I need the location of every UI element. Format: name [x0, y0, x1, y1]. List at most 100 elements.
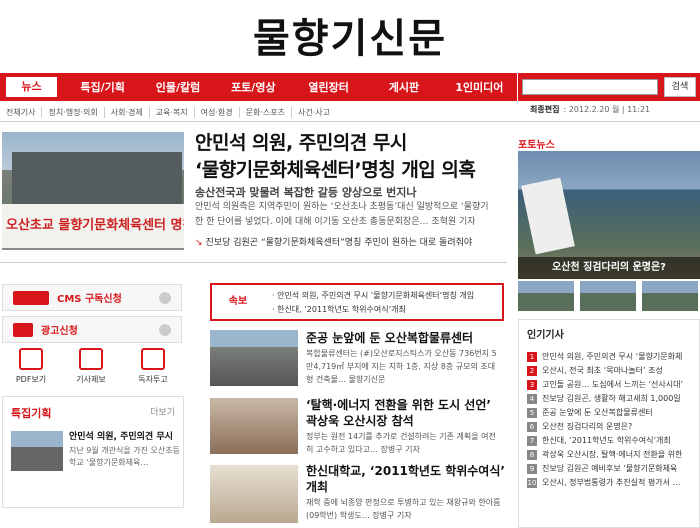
photo-news-image[interactable]: 오산천 징검다리의 운명은?	[518, 151, 700, 279]
last-edited: 최종편집: 2012.2.20 월 | 11:21	[530, 104, 700, 115]
news-title[interactable]: 준공 눈앞에 둔 오산복합물류센터	[306, 330, 506, 346]
list-item[interactable]: 5 준공 눈앞에 둔 오산복합물류센터	[527, 406, 697, 420]
list-item[interactable]: 8 곽상욱 오산시장, 탈핵·에너지 전환을 위한	[527, 448, 697, 462]
cms-icon	[13, 290, 49, 305]
list-item[interactable]: 4 진보당 김원곤, 생활하 해고새희 1,000일	[527, 392, 697, 406]
photo-news-caption[interactable]: 오산천 징검다리의 운명은?	[518, 257, 700, 279]
list-item-text[interactable]: 오산천 징검다리의 운명은?	[542, 422, 632, 431]
list-item-text[interactable]: 진보당 김원곤, 생활하 해고새희 1,000일	[542, 394, 681, 403]
subnav-women[interactable]: 여성·환경	[195, 106, 240, 118]
news-body: 재학 중에 뇌종양 판정으로 투병하고 있는 채왕규와 한아름(09학번) 학생…	[306, 498, 501, 520]
rank-badge: 4	[527, 394, 537, 404]
news-tip-button[interactable]: 기사제보	[70, 348, 112, 385]
tab-board[interactable]: 게시판	[366, 79, 441, 95]
cms-label: CMS 구독신청	[57, 294, 122, 305]
rank-badge: 6	[527, 422, 537, 432]
photo-thumbnail[interactable]	[580, 281, 636, 311]
headline-title-line2[interactable]: ‘물향기문화체육센터’명칭 개입 의혹	[195, 157, 505, 184]
breaking-items: · 안민석 의원, 주민의견 무시 ‘물향기문화체육센터’명칭 개입 · 한신대…	[272, 289, 474, 317]
list-item[interactable]: 2 오산시, 전국 최초 ‘목마나놀터’ 조성	[527, 364, 697, 378]
photo-thumbnail[interactable]	[642, 281, 698, 311]
tab-photo[interactable]: 포토/영상	[216, 79, 291, 95]
site-logo[interactable]: 물향기신문	[0, 6, 700, 64]
list-item-text[interactable]: 준공 눈앞에 둔 오산복합물류센터	[542, 408, 653, 417]
list-item-text[interactable]: 한신대, ‘2011학년도 학위수여식’개최	[542, 436, 671, 445]
headline-photo[interactable]: 오산초교 물향기문화체육센터 명칭 웬말이냐?	[2, 132, 184, 250]
rank-badge: 9	[527, 464, 537, 474]
headline-related-text[interactable]: 진보당 김원곤 “물향기문화체육센터”명칭 주민이 원하는 대로 돌려줘야	[206, 238, 473, 248]
ad-icon	[13, 322, 33, 337]
tab-media[interactable]: 1인미디어	[442, 79, 517, 95]
search-input[interactable]	[522, 79, 658, 95]
list-item[interactable]: 6 오산천 징검다리의 운명은?	[527, 420, 697, 434]
photo-banner-text: 오산초교 물향기문화체육센터 명칭 웬말이냐?	[2, 204, 184, 248]
special-item-body: 지난 9월 개관식을 가진 오산초등학교 ‘물향기문화체육…	[69, 446, 180, 467]
list-item-text[interactable]: 안민석 의원, 주민의견 무시 ‘물향기문화체	[542, 352, 682, 361]
subnav-society[interactable]: 사회·경제	[105, 106, 150, 118]
news-title[interactable]: ‘탈핵·에너지 전환을 위한 도시 선언’ 곽상욱 오산시장 참석	[306, 397, 506, 429]
news-title[interactable]: 한신대학교, ‘2011학년도 학위수여식’ 개최	[306, 463, 506, 495]
list-item[interactable]: 7 한신대, ‘2011학년도 학위수여식’개최	[527, 434, 697, 448]
cms-subscribe-button[interactable]: CMS 구독신청	[2, 284, 182, 311]
reader-post-label: 독자투고	[138, 375, 168, 384]
news-body: 복합물류센터는 (#)오산로지스틱스가 오산동 736번지 5만4,719㎡ 부…	[306, 349, 497, 384]
sign-shape	[521, 177, 575, 255]
ad-label: 광고신청	[41, 326, 78, 337]
special-item-title[interactable]: 안민석 의원, 주민의견 무시	[69, 431, 181, 444]
list-item-text[interactable]: 진보당 김원곤 예비후보 ‘물향기문화체육	[542, 464, 677, 473]
list-item-text[interactable]: 오산시, 정부법통령가 추진실적 평가서 …	[542, 478, 680, 487]
special-title: 특집기획	[11, 407, 52, 420]
search-bar: 검색	[518, 73, 700, 101]
list-item[interactable]: 10 오산시, 정부법통령가 추진실적 평가서 …	[527, 476, 697, 490]
search-button[interactable]: 검색	[664, 77, 696, 97]
popular-list: 1 안민석 의원, 주민의견 무시 ‘물향기문화체 2 오산시, 전국 최초 ‘목마…	[527, 350, 697, 490]
building-shape	[12, 152, 182, 212]
pen-icon	[141, 348, 165, 370]
news-thumbnail[interactable]	[210, 398, 298, 454]
tab-news[interactable]: 뉴스	[4, 75, 59, 99]
tab-market[interactable]: 열린장터	[291, 79, 366, 95]
reader-post-button[interactable]: 독자투고	[132, 348, 174, 385]
rank-badge: 1	[527, 352, 537, 362]
news-body: 정부는 원전 14기를 추가로 건설하려는 기존 계획을 여전히 고수하고 있다…	[306, 432, 496, 454]
tab-people[interactable]: 인물/칼럼	[140, 79, 215, 95]
pdf-view-button[interactable]: PDF보기	[10, 348, 52, 385]
tab-special[interactable]: 특집/기획	[65, 79, 140, 95]
ad-request-button[interactable]: 광고신청	[2, 316, 182, 343]
photo-news-suffix: 뉴스	[536, 140, 555, 151]
breaking-item[interactable]: · 안민석 의원, 주민의견 무시 ‘물향기문화체육센터’명칭 개입	[272, 289, 474, 303]
main-nav: 뉴스 특집/기획 인물/칼럼 포토/영상 열린장터 게시판 1인미디어	[0, 73, 517, 101]
subnav-incidents[interactable]: 사건·사고	[292, 107, 336, 118]
news-thumbnail[interactable]	[210, 465, 298, 523]
rank-badge: 3	[527, 380, 537, 390]
subnav-all[interactable]: 전체기사	[0, 106, 43, 118]
list-item[interactable]: 3 고인돌 공원… 도심에서 느끼는 ‘선사시대’	[527, 378, 697, 392]
special-more-link[interactable]: 더보기	[150, 405, 175, 418]
breaking-item[interactable]: · 한신대, ‘2011학년도 학위수여식’개최	[272, 303, 474, 317]
tip-icon	[79, 348, 103, 370]
news-thumbnail[interactable]	[210, 330, 298, 386]
list-item[interactable]: 9 진보당 김원곤 예비후보 ‘물향기문화체육	[527, 462, 697, 476]
list-item[interactable]: 1 안민석 의원, 주민의견 무시 ‘물향기문화체	[527, 350, 697, 364]
go-icon	[159, 323, 171, 336]
rank-badge: 7	[527, 436, 537, 446]
headline-title[interactable]: 안민석 의원, 주민의견 무시 ‘물향기문화체육센터’명칭 개입 의혹	[195, 130, 505, 184]
list-item-text[interactable]: 오산시, 전국 최초 ‘목마나놀터’ 조성	[542, 366, 663, 375]
headline-related[interactable]: ↘ 진보당 김원곤 “물향기문화체육센터”명칭 주민이 원하는 대로 돌려줘야	[195, 235, 505, 248]
photo-thumbnail[interactable]	[518, 281, 574, 311]
divider	[0, 262, 507, 263]
headline-subtitle: 송산전국과 맞물려 복잡한 갈등 양상으로 번지나	[195, 186, 417, 199]
special-box: 특집기획 더보기 안민석 의원, 주민의견 무시 지난 9월 개관식을 가진 오…	[2, 396, 184, 508]
rank-badge: 10	[527, 478, 537, 488]
news-tip-label: 기사제보	[76, 375, 106, 384]
rank-badge: 2	[527, 366, 537, 376]
subnav-politics[interactable]: 정치·행정·의회	[42, 106, 105, 118]
headline-body: 안민석 의원측은 지역주민이 원하는 ‘오산초나 초평동’대신 일방적으로 ‘물…	[195, 202, 489, 227]
special-thumbnail[interactable]	[11, 431, 63, 471]
headline-title-line1[interactable]: 안민석 의원, 주민의견 무시	[195, 130, 505, 157]
popular-title: 인기기사	[527, 330, 564, 341]
list-item-text[interactable]: 곽상욱 오산시장, 탈핵·에너지 전환을 위한	[542, 450, 682, 459]
list-item-text[interactable]: 고인돌 공원… 도심에서 느끼는 ‘선사시대’	[542, 380, 683, 389]
subnav-culture[interactable]: 문화·스포츠	[240, 106, 292, 118]
subnav-education[interactable]: 교육·복지	[150, 106, 195, 118]
